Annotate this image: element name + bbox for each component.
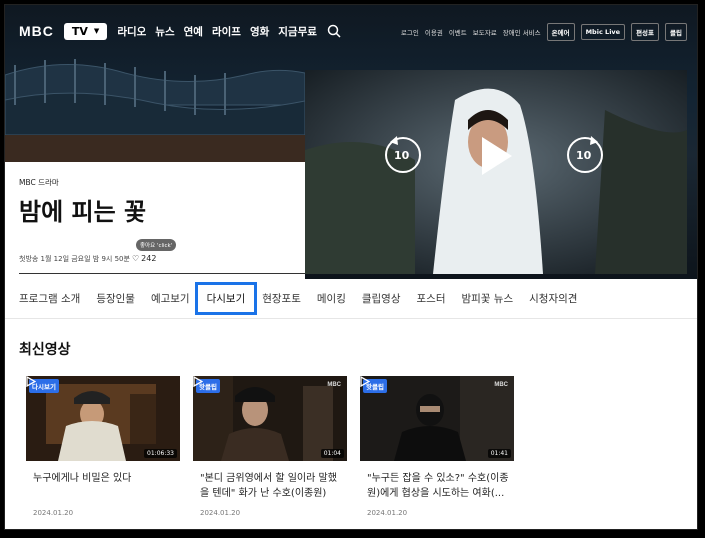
program-airtime: 첫방송 1월 12일 금요일 밤 9시 50분 — [19, 255, 130, 263]
video-date: 2024.01.20 — [33, 509, 74, 517]
menu-item-movie[interactable]: 영화 — [250, 24, 269, 39]
program-info-panel: MBC 드라마 밤에 피는 꽃 첫방송 1월 12일 금요일 밤 9시 50분 … — [5, 162, 305, 279]
pass-link[interactable]: 이용권 — [425, 27, 443, 37]
tab-previews[interactable]: 예고보기 — [151, 291, 190, 306]
program-tabs: 프로그램 소개 등장인물 예고보기 다시보기 현장포토 메이킹 클립영상 포스터… — [5, 279, 697, 319]
video-date: 2024.01.20 — [367, 509, 408, 517]
latest-videos-list: 다시보기 01:06:33 누구에게나 비밀은 있다 2024.01.20 핫클… — [26, 376, 514, 517]
hero-banner: MBC TV ▼ 라디오 뉴스 연예 라이프 영화 지금무료 로그인 이용권 이… — [5, 5, 697, 279]
menu-item-news[interactable]: 뉴스 — [155, 24, 174, 39]
tab-clips[interactable]: 클립영상 — [362, 291, 401, 306]
tab-program-intro[interactable]: 프로그램 소개 — [19, 291, 80, 306]
tab-posters[interactable]: 포스터 — [417, 291, 446, 306]
chevron-down-icon: ▼ — [93, 27, 100, 35]
accessibility-link[interactable]: 장애인 서비스 — [503, 27, 541, 37]
channel-select[interactable]: TV ▼ — [63, 22, 108, 40]
utility-bar: 로그인 이용권 이벤트 보도자료 장애인 서비스 온에어 Mbic Live 편… — [401, 23, 687, 41]
menu-item-radio[interactable]: 라디오 — [117, 24, 146, 39]
video-card[interactable]: 다시보기 01:06:33 누구에게나 비밀은 있다 2024.01.20 — [26, 376, 180, 517]
video-title[interactable]: "본디 금위영에서 할 일이라 말했을 텐데" 화가 난 수호(이종원) — [193, 471, 347, 503]
player-controls — [385, 136, 603, 175]
press-link[interactable]: 보도자료 — [473, 27, 497, 37]
hero-background-art — [5, 59, 305, 165]
top-navigation: MBC TV ▼ 라디오 뉴스 연예 라이프 영화 지금무료 로그인 이용권 이… — [5, 5, 697, 57]
forward-10-label[interactable]: 10 — [576, 149, 591, 162]
menu-item-free-now[interactable]: 지금무료 — [278, 24, 317, 39]
video-duration: 01:41 — [487, 449, 511, 458]
channel-select-label: TV — [71, 24, 88, 38]
latest-videos-heading: 최신영상 — [19, 342, 71, 358]
tab-replay[interactable]: 다시보기 — [194, 282, 258, 315]
mbc-logo[interactable]: MBC — [19, 23, 54, 39]
play-icon — [26, 376, 36, 387]
tab-set-photos[interactable]: 현장포토 — [262, 291, 301, 306]
onair-button[interactable]: 온에어 — [546, 23, 575, 41]
tab-viewer-comments[interactable]: 시청자의견 — [529, 291, 577, 306]
video-card[interactable]: 핫클립 MBC 01:04 "본디 금위영에서 할 일이라 말했을 텐데" 화가… — [193, 376, 347, 517]
search-icon[interactable] — [327, 24, 341, 38]
mbic-live-button[interactable]: Mbic Live — [580, 24, 626, 40]
mbc-watermark: MBC — [327, 382, 341, 388]
video-title[interactable]: "누구든 잡을 수 있소?" 수호(이종원)에게 협상을 시도하는 여화(... — [360, 471, 514, 503]
clip-button[interactable]: 클립 — [665, 23, 687, 41]
video-duration: 01:04 — [320, 449, 344, 458]
video-duration: 01:06:33 — [144, 449, 177, 458]
menu-item-life[interactable]: 라이프 — [212, 24, 241, 39]
like-count: 242 — [141, 254, 157, 263]
event-link[interactable]: 이벤트 — [449, 27, 467, 37]
play-icon — [360, 376, 370, 387]
menu-item-entertainment[interactable]: 연예 — [184, 24, 203, 39]
schedule-button[interactable]: 편성표 — [631, 23, 660, 41]
tab-characters[interactable]: 등장인물 — [96, 291, 135, 306]
tab-making[interactable]: 메이킹 — [317, 291, 346, 306]
divider — [19, 273, 305, 274]
program-brand: MBC 드라마 — [19, 178, 59, 187]
like-tooltip: 좋아요 'click' — [136, 239, 177, 251]
tab-news[interactable]: 밤피꽃 뉴스 — [461, 291, 513, 306]
play-icon — [482, 137, 512, 175]
video-card[interactable]: 핫클립 MBC 01:41 "누구든 잡을 수 있소?" 수호(이종원)에게 협… — [360, 376, 514, 517]
login-link[interactable]: 로그인 — [401, 27, 419, 37]
main-menu: 라디오 뉴스 연예 라이프 영화 지금무료 — [117, 24, 317, 39]
like-button[interactable]: ♡ 242 — [132, 254, 156, 263]
play-icon — [193, 376, 203, 387]
video-thumbnail[interactable]: 핫클립 MBC 01:41 — [360, 376, 514, 461]
heart-icon: ♡ — [132, 254, 140, 263]
mbc-watermark: MBC — [494, 382, 508, 388]
page-frame: MBC TV ▼ 라디오 뉴스 연예 라이프 영화 지금무료 로그인 이용권 이… — [4, 4, 698, 530]
rewind-10-label[interactable]: 10 — [394, 149, 409, 162]
video-thumbnail[interactable]: 다시보기 01:06:33 — [26, 376, 180, 461]
program-title: 밤에 피는 꽃 — [19, 198, 147, 226]
video-thumbnail[interactable]: 핫클립 MBC 01:04 — [193, 376, 347, 461]
video-player[interactable]: 10 10 — [305, 70, 687, 274]
video-date: 2024.01.20 — [200, 509, 241, 517]
video-title[interactable]: 누구에게나 비밀은 있다 — [26, 471, 180, 503]
